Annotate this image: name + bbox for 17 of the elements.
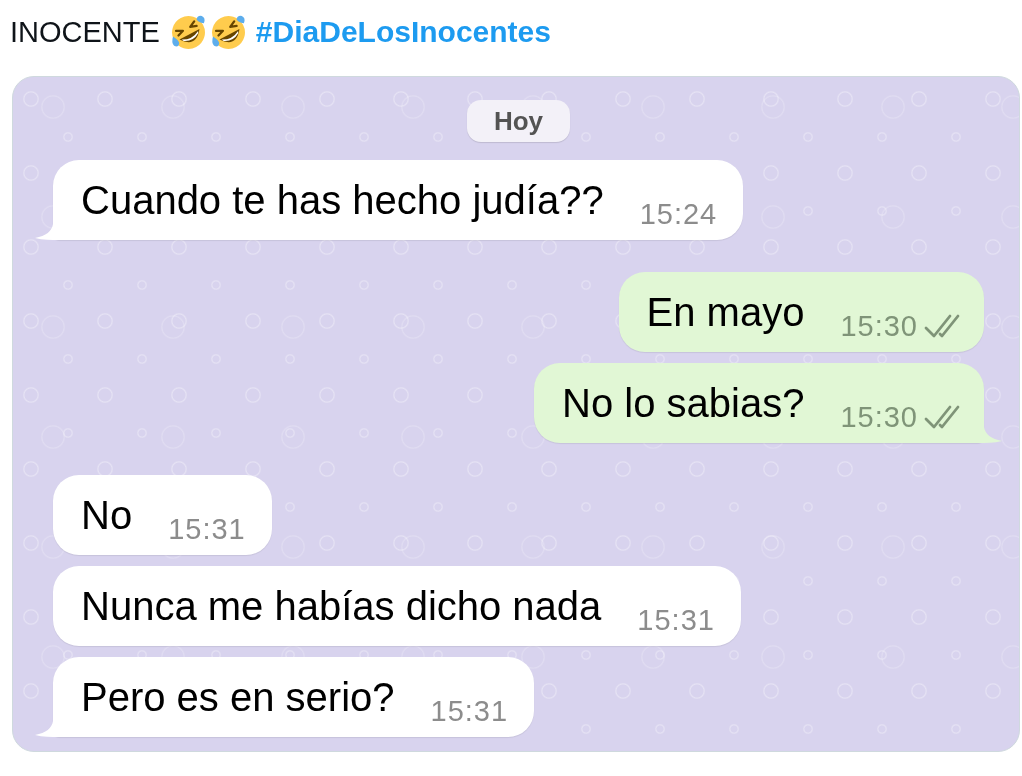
tweet-text: INOCENTE	[10, 15, 160, 50]
message-text: Pero es en serio?	[81, 675, 395, 719]
message-text: No lo sabias?	[562, 381, 805, 425]
message-time: 15:31	[637, 605, 715, 635]
message-text: No	[81, 493, 133, 537]
message-time: 15:31	[168, 514, 246, 544]
laughing-face-icon	[169, 13, 207, 51]
message-time: 15:30	[840, 402, 918, 432]
message-text: Nunca me habías dicho nada	[81, 584, 602, 628]
message-text: Cuando te has hecho judía??	[81, 178, 604, 222]
message-text: En mayo	[646, 290, 805, 334]
hashtag-link[interactable]: #DiaDeLosInocentes	[255, 12, 551, 52]
message-time: 15:31	[430, 696, 509, 726]
laughing-face-icon	[209, 13, 247, 51]
message-time: 15:30	[840, 311, 918, 341]
date-chip: Hoy	[466, 100, 571, 142]
message-time: 15:24	[639, 199, 718, 229]
